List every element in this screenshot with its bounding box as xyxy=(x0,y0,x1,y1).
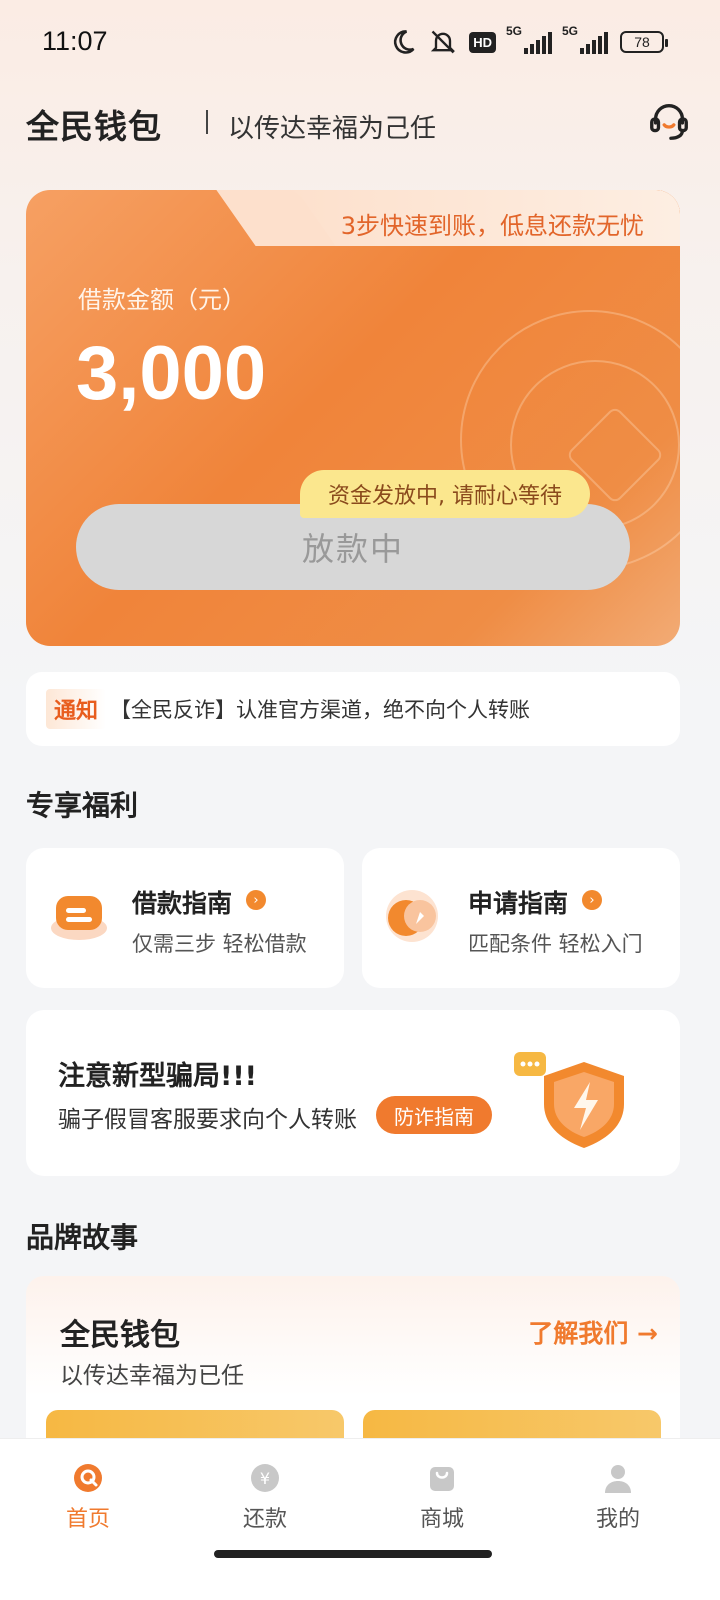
scam-alert-card[interactable]: 注意新型骗局!!! 骗子假冒客服要求向个人转账 防诈指南 xyxy=(26,1010,680,1176)
shield-icon xyxy=(514,1052,624,1148)
header-slogan: 以传达幸福为己任 xyxy=(228,114,437,144)
card-tab-text: 3步快速到账，低息还款无忧 xyxy=(340,212,644,240)
notice-tag: 通知 xyxy=(46,689,107,729)
arrow-right-icon: › xyxy=(582,890,602,910)
loan-card: 3步快速到账，低息还款无忧 借款金额（元） 3,000 放款中 资金发放中, 请… xyxy=(26,190,680,646)
brand-story-subtitle: 以传达幸福为已任 xyxy=(60,1363,244,1389)
tab-label: 首页 xyxy=(65,1507,110,1532)
loan-amount-label: 借款金额（元） xyxy=(78,286,246,314)
yen-icon: ¥ xyxy=(251,1464,279,1492)
anti-fraud-guide-button[interactable]: 防诈指南 xyxy=(376,1096,492,1134)
notice-bar[interactable]: 通知 【全民反诈】认准官方渠道，绝不向个人转账 xyxy=(26,672,680,746)
scam-alert-subtitle: 骗子假冒客服要求向个人转账 xyxy=(58,1107,357,1133)
about-us-link[interactable]: 了解我们 → xyxy=(528,1314,658,1350)
home-icon xyxy=(74,1464,102,1492)
home-indicator[interactable] xyxy=(214,1550,492,1558)
card-tab: 3步快速到账，低息还款无忧 xyxy=(276,190,680,246)
battery-icon: 78 xyxy=(620,31,668,53)
benefit-subtitle: 匹配条件 轻松入门 xyxy=(468,932,643,956)
benefit-subtitle: 仅需三步 轻松借款 xyxy=(132,932,307,956)
status-bar: 11:07 HD 5G 5G 78 xyxy=(0,0,720,84)
loan-amount-value: 3,000 xyxy=(76,331,267,416)
svg-text:¥: ¥ xyxy=(260,1469,270,1488)
tab-profile[interactable]: 我的 xyxy=(558,1461,678,1537)
mute-bell-icon xyxy=(431,30,456,54)
profile-icon xyxy=(605,1465,631,1493)
apply-guide-card[interactable]: 申请指南 › 匹配条件 轻松入门 xyxy=(362,848,680,988)
scam-alert-title: 注意新型骗局!!! xyxy=(58,1061,257,1092)
tab-label: 商城 xyxy=(419,1507,464,1532)
notice-text: 【全民反诈】认准官方渠道，绝不向个人转账 xyxy=(110,698,531,722)
moon-icon xyxy=(394,30,415,54)
tab-label: 还款 xyxy=(242,1507,287,1532)
document-icon xyxy=(51,896,107,940)
brand-section-title: 品牌故事 xyxy=(26,1221,139,1254)
bottom-tab-bar: 首页 ¥ 还款 商城 我的 xyxy=(0,1438,720,1600)
loan-guide-card[interactable]: 借款指南 › 仅需三步 轻松借款 xyxy=(26,848,344,988)
brand-logo-text: 全民钱包 xyxy=(26,107,162,146)
arrow-right-icon: › xyxy=(246,890,266,910)
status-icons: HD 5G 5G 78 xyxy=(389,24,668,58)
customer-service-icon[interactable] xyxy=(646,98,692,144)
compass-icon xyxy=(386,890,438,942)
tab-mall[interactable]: 商城 xyxy=(382,1461,502,1537)
app-header: 全民钱包 以传达幸福为己任 xyxy=(26,96,696,150)
tab-label: 我的 xyxy=(595,1507,640,1532)
signal-icon-2: 5G xyxy=(562,24,608,54)
status-time: 11:07 xyxy=(42,26,108,56)
hd-badge: HD xyxy=(469,31,496,53)
benefit-title: 借款指南 xyxy=(132,889,233,918)
brand-story-title: 全民钱包 xyxy=(60,1318,180,1353)
disbursing-tooltip: 资金发放中, 请耐心等待 xyxy=(300,470,590,518)
benefit-title: 申请指南 xyxy=(468,889,569,918)
benefits-section-title: 专享福利 xyxy=(26,789,139,822)
signal-icon: 5G xyxy=(506,24,552,54)
tab-repay[interactable]: ¥ 还款 xyxy=(205,1461,325,1537)
bag-icon xyxy=(430,1467,454,1491)
tab-home[interactable]: 首页 xyxy=(28,1461,148,1537)
